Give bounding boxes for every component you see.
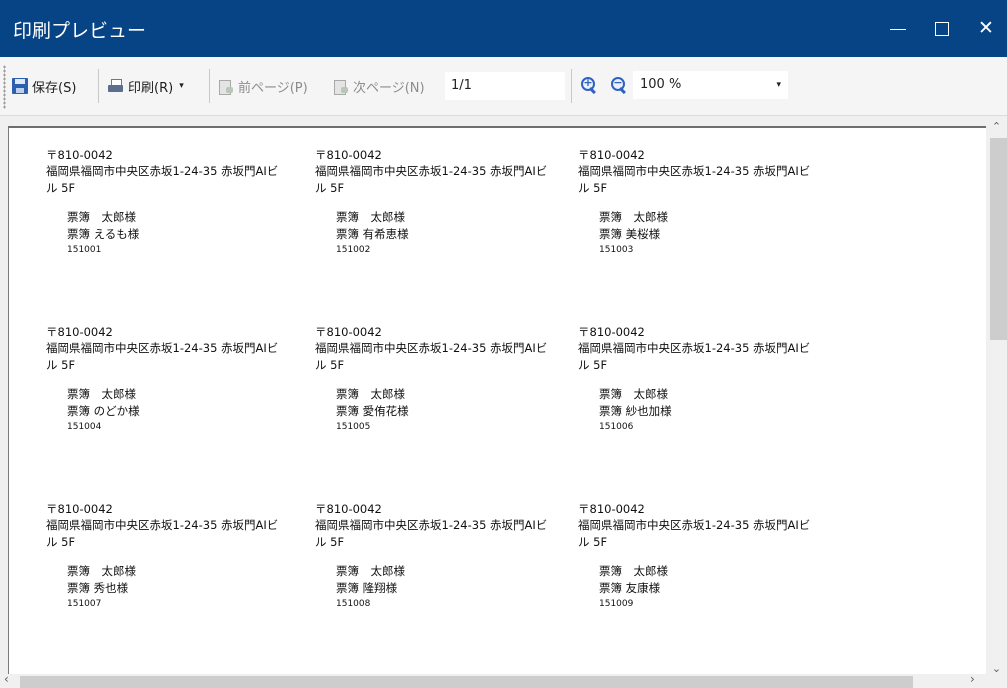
save-button[interactable]: 保存(S) xyxy=(12,75,76,97)
recipient-name: 票簿 太郎様 xyxy=(599,564,668,578)
toolbar-separator xyxy=(571,69,572,103)
prev-page-icon xyxy=(218,78,234,95)
vertical-scroll-thumb[interactable] xyxy=(990,138,1007,340)
address-text: 福岡県福岡市中央区赤坂1-24-35 赤坂門AIビル 5F xyxy=(46,341,279,372)
maximize-button[interactable] xyxy=(920,0,964,57)
address-label: 〒810-0042 福岡県福岡市中央区赤坂1-24-35 赤坂門AIビル 5F … xyxy=(578,325,828,434)
label-code: 151008 xyxy=(336,599,371,609)
label-code: 151001 xyxy=(67,245,102,255)
prev-page-label: 前ページ(P) xyxy=(238,80,308,96)
postal-code: 〒810-0042 xyxy=(46,148,113,162)
label-code: 151002 xyxy=(336,245,371,255)
address-label: 〒810-0042 福岡県福岡市中央区赤坂1-24-35 赤坂門AIビル 5F … xyxy=(315,502,565,611)
scroll-right-icon[interactable]: › xyxy=(970,672,975,686)
scroll-left-icon[interactable]: ‹ xyxy=(4,672,9,686)
next-page-button[interactable]: 次ページ(N) xyxy=(333,75,425,97)
page-number-input[interactable]: 1/1 xyxy=(445,72,565,100)
postal-code: 〒810-0042 xyxy=(315,148,382,162)
recipient-name: 票簿 愛侑花様 xyxy=(336,404,409,418)
address-label: 〒810-0042 福岡県福岡市中央区赤坂1-24-35 赤坂門AIビル 5F … xyxy=(578,502,828,611)
address-label: 〒810-0042 福岡県福岡市中央区赤坂1-24-35 赤坂門AIビル 5F … xyxy=(46,148,296,257)
chevron-down-icon[interactable]: ▾ xyxy=(776,71,781,99)
close-button[interactable]: ✕ xyxy=(964,0,1007,57)
toolbar-separator xyxy=(98,69,99,103)
address-text: 福岡県福岡市中央区赤坂1-24-35 赤坂門AIビル 5F xyxy=(315,164,548,195)
address-label: 〒810-0042 福岡県福岡市中央区赤坂1-24-35 赤坂門AIビル 5F … xyxy=(578,148,828,257)
vertical-scrollbar[interactable]: ⌃ ⌄ xyxy=(986,116,1007,675)
zoom-select[interactable]: 100 % ▾ xyxy=(633,71,788,99)
prev-page-button[interactable]: 前ページ(P) xyxy=(218,75,308,97)
label-code: 151006 xyxy=(599,422,634,432)
label-code: 151004 xyxy=(67,422,102,432)
zoom-out-icon[interactable]: − xyxy=(610,76,628,95)
close-icon: ✕ xyxy=(978,17,994,39)
address-text: 福岡県福岡市中央区赤坂1-24-35 赤坂門AIビル 5F xyxy=(46,164,279,195)
next-page-icon xyxy=(333,78,349,95)
toolbar-grip[interactable] xyxy=(3,65,6,109)
address-label: 〒810-0042 福岡県福岡市中央区赤坂1-24-35 赤坂門AIビル 5F … xyxy=(46,502,296,611)
recipient-name: 票簿 美桜様 xyxy=(599,227,661,241)
address-text: 福岡県福岡市中央区赤坂1-24-35 赤坂門AIビル 5F xyxy=(578,164,811,195)
address-label: 〒810-0042 福岡県福岡市中央区赤坂1-24-35 赤坂門AIビル 5F … xyxy=(46,325,296,434)
postal-code: 〒810-0042 xyxy=(46,325,113,339)
postal-code: 〒810-0042 xyxy=(578,148,645,162)
print-button[interactable]: 印刷(R) ▾ xyxy=(107,75,184,97)
recipient-name: 票簿 えるも様 xyxy=(67,227,140,241)
recipient-name: 票簿 隆翔様 xyxy=(336,581,398,595)
recipient-name: 票簿 太郎様 xyxy=(336,210,405,224)
toolbar-separator xyxy=(209,69,210,103)
next-page-label: 次ページ(N) xyxy=(353,80,425,96)
address-text: 福岡県福岡市中央区赤坂1-24-35 赤坂門AIビル 5F xyxy=(578,341,811,372)
minimize-button[interactable] xyxy=(876,0,920,57)
recipient-name: 票簿 太郎様 xyxy=(336,387,405,401)
address-label: 〒810-0042 福岡県福岡市中央区赤坂1-24-35 赤坂門AIビル 5F … xyxy=(315,148,565,257)
recipient-name: 票簿 太郎様 xyxy=(336,564,405,578)
horizontal-scroll-thumb[interactable] xyxy=(20,676,913,688)
recipient-name: 票簿 太郎様 xyxy=(599,210,668,224)
save-icon xyxy=(12,78,28,94)
save-label: 保存(S) xyxy=(32,80,77,96)
address-text: 福岡県福岡市中央区赤坂1-24-35 赤坂門AIビル 5F xyxy=(578,518,811,549)
label-code: 151009 xyxy=(599,599,634,609)
chevron-down-icon[interactable]: ▾ xyxy=(179,81,184,91)
printer-icon xyxy=(107,78,124,94)
postal-code: 〒810-0042 xyxy=(578,502,645,516)
recipient-name: 票簿 のどか様 xyxy=(67,404,140,418)
recipient-name: 票簿 太郎様 xyxy=(67,387,136,401)
scroll-up-icon[interactable]: ⌃ xyxy=(986,120,1007,133)
label-code: 151005 xyxy=(336,422,371,432)
label-code: 151007 xyxy=(67,599,102,609)
horizontal-scrollbar[interactable]: ‹ › xyxy=(0,672,1007,688)
address-text: 福岡県福岡市中央区赤坂1-24-35 赤坂門AIビル 5F xyxy=(46,518,279,549)
recipient-name: 票簿 友康様 xyxy=(599,581,661,595)
maximize-icon xyxy=(935,21,949,36)
label-code: 151003 xyxy=(599,245,634,255)
zoom-value: 100 % xyxy=(640,77,682,92)
postal-code: 〒810-0042 xyxy=(315,502,382,516)
postal-code: 〒810-0042 xyxy=(315,325,382,339)
address-label: 〒810-0042 福岡県福岡市中央区赤坂1-24-35 赤坂門AIビル 5F … xyxy=(315,325,565,434)
address-text: 福岡県福岡市中央区赤坂1-24-35 赤坂門AIビル 5F xyxy=(315,518,548,549)
recipient-name: 票簿 太郎様 xyxy=(67,210,136,224)
recipient-name: 票簿 紗也加様 xyxy=(599,404,672,418)
window-title: 印刷プレビュー xyxy=(13,20,147,42)
recipient-name: 票簿 太郎様 xyxy=(599,387,668,401)
recipient-name: 票簿 有希恵様 xyxy=(336,227,409,241)
print-label: 印刷(R) xyxy=(128,80,174,96)
recipient-name: 票簿 秀也様 xyxy=(67,581,129,595)
zoom-in-icon[interactable]: + xyxy=(580,76,598,95)
address-text: 福岡県福岡市中央区赤坂1-24-35 赤坂門AIビル 5F xyxy=(315,341,548,372)
title-bar: 印刷プレビュー ✕ xyxy=(0,0,1007,57)
minimize-icon xyxy=(890,29,906,30)
postal-code: 〒810-0042 xyxy=(578,325,645,339)
recipient-name: 票簿 太郎様 xyxy=(67,564,136,578)
preview-page: 〒810-0042 福岡県福岡市中央区赤坂1-24-35 赤坂門AIビル 5F … xyxy=(8,126,986,676)
postal-code: 〒810-0042 xyxy=(46,502,113,516)
